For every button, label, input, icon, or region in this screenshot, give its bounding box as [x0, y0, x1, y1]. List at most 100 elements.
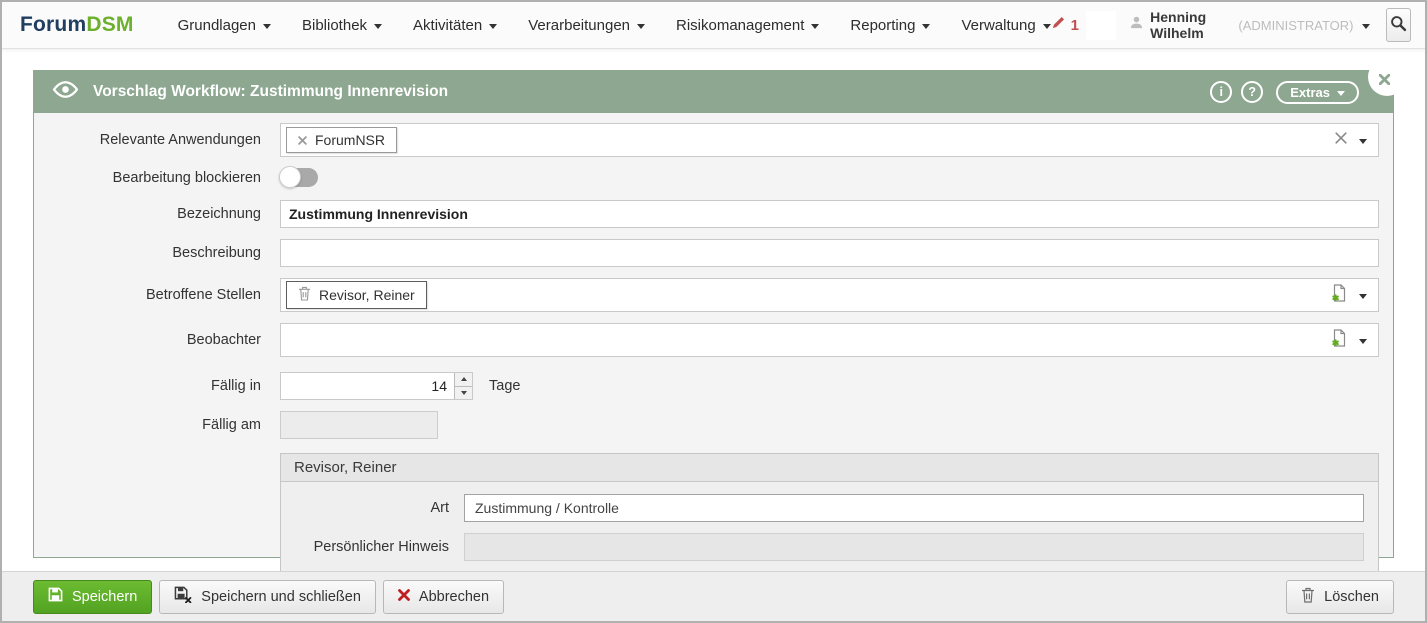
extras-button[interactable]: Extras	[1276, 80, 1359, 104]
main-menu: Grundlagen Bibliothek Aktivitäten Verarb…	[178, 17, 1051, 34]
nav-item-label: Verwaltung	[961, 16, 1036, 34]
chevron-down-icon	[811, 23, 820, 29]
nav-item-reporting[interactable]: Reporting	[850, 17, 931, 34]
chevron-down-icon	[637, 23, 645, 29]
nav-item-verwaltung[interactable]: Verwaltung	[961, 16, 1051, 34]
save-label: Speichern	[72, 588, 138, 605]
spinner-down-button[interactable]	[455, 387, 472, 400]
row-persoenlicher-hinweis: Persönlicher Hinweis	[281, 533, 1364, 561]
info-button[interactable]: i	[1210, 81, 1233, 103]
delete-button[interactable]: Löschen	[1286, 579, 1394, 614]
select-controls	[1331, 324, 1367, 356]
save-close-icon	[174, 586, 192, 607]
save-icon	[48, 587, 63, 606]
chevron-down-icon	[1042, 23, 1051, 29]
field-label: Bearbeitung blockieren	[112, 169, 261, 186]
nav-item-risikomanagement[interactable]: Risikomanagement	[676, 16, 820, 34]
save-button[interactable]: Speichern	[33, 579, 153, 614]
add-item-icon[interactable]	[1331, 283, 1347, 307]
tag-label: Revisor, Reiner	[319, 287, 415, 303]
field-label: Persönlicher Hinweis	[313, 539, 449, 555]
faellig-am-field	[280, 411, 438, 439]
nav-item-label: Aktivitäten	[413, 16, 483, 34]
pencil-icon[interactable]	[1051, 15, 1066, 35]
row-betroffene-stellen: Betroffene Stellen Revisor, Reiner	[35, 278, 1379, 312]
field-label: Relevante Anwendungen	[99, 132, 261, 148]
logo-forum: Forum	[20, 13, 87, 36]
row-bezeichnung: Bezeichnung	[35, 200, 1379, 228]
faellig-am-input	[280, 411, 438, 439]
row-faellig-am: Fällig am	[35, 411, 1379, 439]
panel-header-actions: i ? Extras	[1210, 80, 1359, 104]
nav-item-bibliothek[interactable]: Bibliothek	[302, 16, 383, 34]
hinweis-input	[464, 533, 1364, 561]
betroffene-stellen-multiselect[interactable]: Revisor, Reiner	[280, 278, 1379, 312]
close-icon	[1378, 68, 1393, 86]
chevron-down-icon[interactable]	[1359, 138, 1367, 144]
arrow-up-icon	[460, 377, 467, 382]
number-spinner	[454, 373, 472, 399]
row-faellig-in: Fällig in Tage	[35, 372, 1379, 400]
toggle-field	[279, 166, 318, 188]
save-close-label: Speichern und schließen	[201, 588, 361, 605]
edit-count-box[interactable]	[1086, 10, 1117, 40]
row-beobachter: Beobachter	[35, 323, 1379, 357]
eye-icon	[52, 81, 79, 103]
section-body: Art Zustimmung / Kontrolle Persönlicher …	[281, 482, 1378, 571]
nav-item-label: Risikomanagement	[676, 16, 805, 34]
navbar-right: 1 Henning Wilhelm (ADMINISTRATOR)	[1051, 8, 1411, 42]
beschreibung-field	[280, 239, 1379, 267]
bearbeitung-blockieren-toggle[interactable]	[279, 166, 318, 188]
chevron-down-icon	[374, 23, 383, 29]
main-content: Vorschlag Workflow: Zustimmung Innenrevi…	[2, 49, 1425, 571]
cancel-x-icon	[398, 588, 410, 605]
user-name[interactable]: Henning Wilhelm	[1150, 9, 1233, 41]
close-button[interactable]	[1368, 58, 1406, 96]
app-logo[interactable]: ForumDSM	[20, 13, 134, 37]
toggle-knob	[279, 166, 301, 188]
selected-tag-forumnsr[interactable]: ForumNSR	[286, 127, 398, 153]
add-item-icon[interactable]	[1331, 328, 1347, 352]
relevante-anwendungen-multiselect[interactable]: ForumNSR	[280, 123, 1379, 157]
tag-remove-icon[interactable]	[298, 132, 307, 148]
help-button[interactable]: ?	[1241, 81, 1264, 103]
delete-label: Löschen	[1324, 588, 1379, 605]
row-relevante-anwendungen: Relevante Anwendungen ForumNSR	[35, 123, 1379, 157]
clear-selection-icon[interactable]	[1335, 131, 1347, 149]
faellig-in-field	[280, 372, 473, 400]
chevron-down-icon[interactable]	[1361, 23, 1370, 29]
select-controls	[1335, 124, 1367, 156]
select-controls	[1331, 279, 1367, 311]
spinner-up-button[interactable]	[455, 373, 472, 387]
search-button[interactable]	[1385, 8, 1411, 42]
nav-item-aktivitaeten[interactable]: Aktivitäten	[413, 16, 498, 34]
chevron-down-icon[interactable]	[1359, 293, 1367, 299]
arrow-down-icon	[460, 390, 467, 395]
workflow-panel: Vorschlag Workflow: Zustimmung Innenrevi…	[33, 58, 1406, 571]
chevron-down-icon	[489, 23, 498, 29]
user-icon	[1130, 16, 1143, 34]
app-window: ForumDSM Grundlagen Bibliothek Aktivität…	[0, 0, 1427, 623]
field-label: Fällig am	[202, 417, 261, 433]
edit-count-badge[interactable]: 1	[1071, 17, 1079, 34]
chevron-down-icon[interactable]	[1359, 338, 1367, 344]
revisor-section: Revisor, Reiner Art Zustimmung / Kontrol…	[280, 453, 1379, 571]
user-role: (ADMINISTRATOR)	[1238, 17, 1354, 33]
cancel-button[interactable]: Abbrechen	[382, 579, 505, 614]
trash-icon[interactable]	[298, 286, 311, 304]
panel-header: Vorschlag Workflow: Zustimmung Innenrevi…	[34, 58, 1406, 113]
nav-item-grundlagen[interactable]: Grundlagen	[178, 17, 271, 34]
beobachter-multiselect[interactable]	[280, 323, 1379, 357]
beschreibung-input[interactable]	[280, 239, 1379, 267]
art-select[interactable]: Zustimmung / Kontrolle	[464, 494, 1364, 522]
save-close-button[interactable]: Speichern und schließen	[159, 579, 376, 614]
tag-label: ForumNSR	[315, 132, 386, 148]
bezeichnung-input[interactable]	[280, 200, 1379, 228]
nav-item-verarbeitungen[interactable]: Verarbeitungen	[528, 17, 645, 34]
selected-tag-revisor[interactable]: Revisor, Reiner	[286, 281, 427, 309]
field-label: Betroffene Stellen	[145, 287, 261, 303]
cancel-label: Abbrechen	[418, 588, 490, 605]
nav-item-label: Bibliothek	[302, 16, 368, 34]
faellig-in-input[interactable]	[280, 372, 473, 400]
section-title: Revisor, Reiner	[281, 454, 1378, 482]
